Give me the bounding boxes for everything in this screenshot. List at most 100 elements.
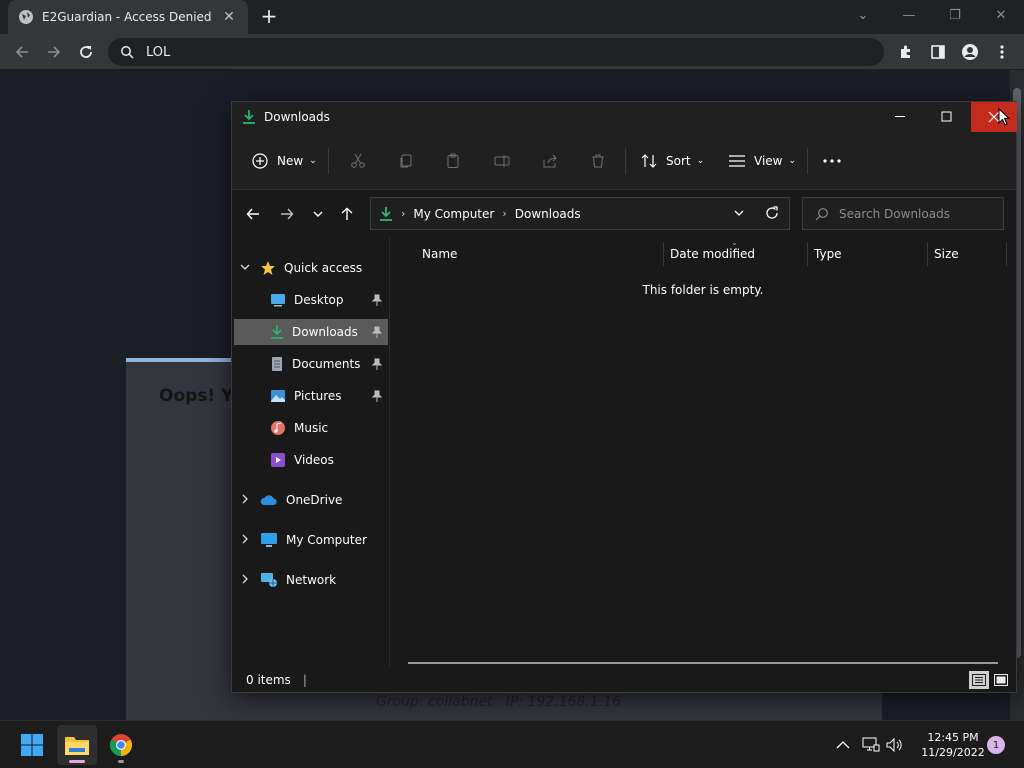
sidebar-label: Videos xyxy=(294,453,334,467)
trash-icon xyxy=(592,154,604,168)
sidebar-item-music[interactable]: Music xyxy=(234,415,388,441)
column-divider[interactable] xyxy=(927,242,928,266)
back-button[interactable] xyxy=(10,40,34,64)
address-bar[interactable]: › My Computer › Downloads xyxy=(370,197,790,230)
column-type[interactable]: Type xyxy=(814,247,842,261)
start-button[interactable] xyxy=(12,725,52,765)
browser-toolbar: LOL xyxy=(0,34,1024,70)
show-hidden-icons-button[interactable] xyxy=(833,735,853,755)
chevron-right-icon: › xyxy=(401,207,406,220)
tiles-view-icon xyxy=(994,674,1008,686)
share-icon xyxy=(543,154,557,168)
sidebar-item-my-computer[interactable]: My Computer xyxy=(234,527,388,553)
horizontal-scrollbar[interactable] xyxy=(408,662,998,664)
notification-badge[interactable]: 1 xyxy=(987,736,1005,754)
paste-button[interactable] xyxy=(445,149,461,173)
new-tab-button[interactable]: + xyxy=(258,6,280,27)
rename-button[interactable] xyxy=(494,149,510,173)
sidebar-item-videos[interactable]: Videos xyxy=(234,447,388,473)
side-panel-icon[interactable] xyxy=(928,42,948,62)
sidebar-item-pictures[interactable]: Pictures xyxy=(234,383,388,409)
column-date-modified[interactable]: Date modified xyxy=(670,247,755,261)
plus-circle-icon xyxy=(252,153,268,169)
minimize-button[interactable] xyxy=(878,102,924,132)
address-bar[interactable]: LOL xyxy=(108,38,884,66)
pin-icon[interactable] xyxy=(372,390,382,402)
taskbar-chrome[interactable] xyxy=(101,725,141,765)
view-button[interactable]: View ⌄ xyxy=(728,149,796,173)
sidebar-item-desktop[interactable]: Desktop xyxy=(234,287,388,313)
sidebar-item-quick-access[interactable]: Quick access xyxy=(234,255,388,281)
sidebar-item-documents[interactable]: Documents xyxy=(234,351,388,377)
star-icon xyxy=(261,261,275,275)
sidebar-label: Desktop xyxy=(294,293,344,307)
sidebar-item-network[interactable]: Network xyxy=(234,567,388,593)
group-info: Group: collabnet IP: 192.168.1.16 xyxy=(376,694,621,710)
address-dropdown-button[interactable] xyxy=(733,207,745,222)
maximize-icon xyxy=(941,111,952,122)
profile-icon[interactable] xyxy=(960,42,980,62)
close-button[interactable] xyxy=(971,102,1017,132)
music-icon xyxy=(271,421,285,435)
clock[interactable]: 12:45 PM 11/29/2022 xyxy=(908,730,998,760)
restore-icon[interactable]: ❐ xyxy=(932,0,978,30)
arrow-up-icon xyxy=(341,207,353,220)
chevron-down-icon[interactable] xyxy=(240,261,252,275)
download-icon xyxy=(271,325,283,339)
chevron-right-icon: › xyxy=(502,207,507,220)
chevron-right-icon[interactable] xyxy=(240,533,252,547)
breadcrumb-downloads[interactable]: Downloads xyxy=(515,207,581,221)
minimize-icon xyxy=(895,116,905,117)
chevron-right-icon[interactable] xyxy=(240,493,252,507)
reload-icon xyxy=(80,46,92,58)
separator xyxy=(807,148,808,174)
pin-icon[interactable] xyxy=(372,294,382,306)
details-view-button[interactable] xyxy=(969,671,989,689)
ellipsis-icon xyxy=(823,159,841,163)
recent-locations-button[interactable] xyxy=(312,202,324,226)
pin-icon[interactable] xyxy=(372,326,382,338)
reload-button[interactable] xyxy=(74,40,98,64)
column-divider[interactable] xyxy=(1006,242,1007,266)
video-icon xyxy=(271,453,285,467)
volume-tray-button[interactable] xyxy=(885,735,905,755)
close-tab-icon[interactable]: ✕ xyxy=(220,9,238,25)
cut-button[interactable] xyxy=(350,149,366,173)
windows-logo-icon xyxy=(21,734,43,756)
large-icons-view-button[interactable] xyxy=(991,671,1011,689)
more-options-button[interactable] xyxy=(823,149,841,173)
delete-button[interactable] xyxy=(590,149,606,173)
browser-tab[interactable]: E2Guardian - Access Denied ✕ xyxy=(8,0,248,34)
search-box[interactable]: Search Downloads xyxy=(802,197,1004,230)
arrow-left-icon xyxy=(246,208,259,220)
download-icon xyxy=(380,206,392,221)
maximize-button[interactable] xyxy=(924,102,970,132)
chevron-right-icon[interactable] xyxy=(240,573,252,587)
menu-kebab-icon[interactable] xyxy=(992,42,1012,62)
column-divider[interactable] xyxy=(663,242,664,266)
speaker-icon xyxy=(886,737,902,753)
column-name[interactable]: Name xyxy=(422,247,457,261)
breadcrumb-my-computer[interactable]: My Computer xyxy=(413,207,494,221)
back-button[interactable] xyxy=(246,202,260,226)
sort-button[interactable]: Sort ⌄ xyxy=(640,149,704,173)
close-icon[interactable]: ✕ xyxy=(978,0,1024,30)
new-button[interactable]: New ⌄ xyxy=(252,149,317,173)
share-button[interactable] xyxy=(542,149,558,173)
forward-button[interactable] xyxy=(280,202,294,226)
chevron-down-icon[interactable]: ⌄ xyxy=(840,0,886,30)
refresh-button[interactable] xyxy=(765,206,779,223)
extensions-icon[interactable] xyxy=(896,42,916,62)
network-tray-button[interactable] xyxy=(861,735,881,755)
copy-button[interactable] xyxy=(398,149,414,173)
forward-button[interactable] xyxy=(42,40,66,64)
column-size[interactable]: Size xyxy=(934,247,959,261)
column-divider[interactable] xyxy=(807,242,808,266)
up-button[interactable] xyxy=(340,202,354,226)
sidebar-item-downloads[interactable]: Downloads xyxy=(234,319,388,345)
navigation-bar: › My Computer › Downloads Search Downloa… xyxy=(232,190,1016,238)
taskbar-file-explorer[interactable] xyxy=(57,725,97,765)
sidebar-item-onedrive[interactable]: OneDrive xyxy=(234,487,388,513)
minimize-icon[interactable]: — xyxy=(886,0,932,30)
pin-icon[interactable] xyxy=(372,358,382,370)
